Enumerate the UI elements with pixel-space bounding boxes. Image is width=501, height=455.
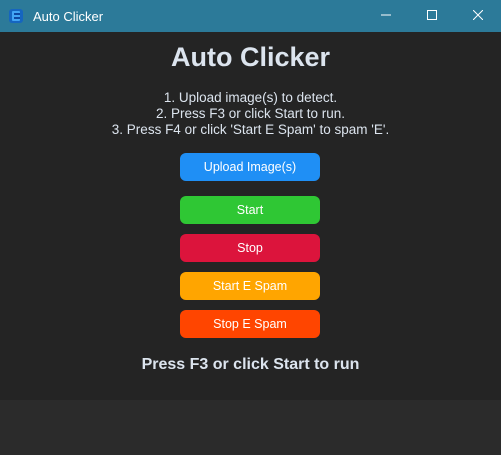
instruction-line-3: 3. Press F4 or click 'Start E Spam' to s… <box>111 122 390 137</box>
window-title: Auto Clicker <box>33 8 104 24</box>
app-icon <box>8 8 24 24</box>
maximize-button[interactable] <box>409 0 455 32</box>
footer-area <box>0 400 501 455</box>
status-text: Press F3 or click Start to run <box>141 356 360 373</box>
stop-button[interactable]: Stop <box>180 234 320 262</box>
page-title: Auto Clicker <box>170 42 331 72</box>
instruction-line-1: 1. Upload image(s) to detect. <box>163 90 338 105</box>
start-button[interactable]: Start <box>180 196 320 224</box>
stop-e-spam-button[interactable]: Stop E Spam <box>180 310 320 338</box>
minimize-button[interactable] <box>363 0 409 32</box>
instructions: 1. Upload image(s) to detect. 2. Press F… <box>0 90 501 138</box>
main-panel: Auto Clicker 1. Upload image(s) to detec… <box>0 32 501 400</box>
instruction-line-2: 2. Press F3 or click Start to run. <box>155 106 346 121</box>
close-button[interactable] <box>455 0 501 32</box>
close-icon <box>472 7 484 25</box>
window-controls <box>363 0 501 32</box>
start-e-spam-button[interactable]: Start E Spam <box>180 272 320 300</box>
title-bar[interactable]: Auto Clicker <box>0 0 501 32</box>
minimize-icon <box>381 7 391 25</box>
maximize-icon <box>427 7 437 25</box>
app-window: Auto Clicker Auto Clicker 1. Upload imag… <box>0 0 501 455</box>
upload-images-button[interactable]: Upload Image(s) <box>180 153 320 181</box>
